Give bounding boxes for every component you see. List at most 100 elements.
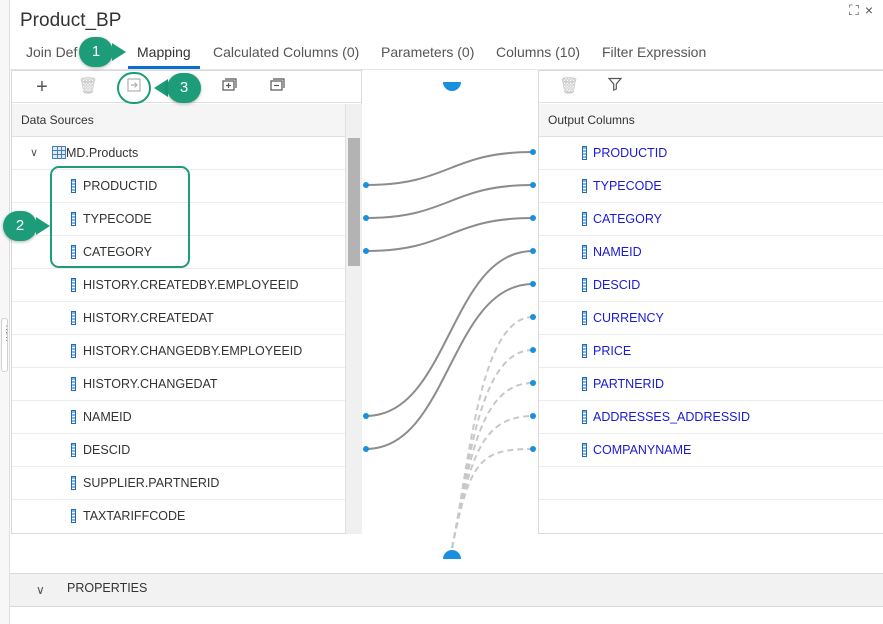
delete-icon[interactable]: 🗑	[77, 77, 99, 97]
output-column-label: DESCID	[593, 278, 641, 292]
output-columns-toolbar: 🗑	[539, 71, 883, 103]
tab-filter-expression[interactable]: Filter Expression	[602, 44, 706, 60]
callout-badge-2: 2	[3, 211, 37, 241]
output-column-row[interactable]: NAMEID	[539, 236, 883, 269]
output-column-row[interactable]: CURRENCY	[539, 302, 883, 335]
table-icon	[52, 146, 66, 159]
output-column-row[interactable]: CATEGORY	[539, 203, 883, 236]
vertical-scrollbar[interactable]	[345, 104, 362, 534]
source-group-label: MD.Products	[66, 146, 139, 160]
expand-icon[interactable]	[218, 77, 240, 97]
mapping-line	[365, 151, 534, 186]
column-icon	[71, 509, 76, 523]
column-icon	[71, 377, 76, 391]
column-icon	[582, 245, 587, 259]
source-column-label: DESCID	[83, 443, 131, 457]
page-title: Product_BP	[20, 10, 122, 31]
mapping-endpoint-output	[530, 215, 536, 221]
callout-arrow-1	[112, 43, 126, 61]
tab-join-definition[interactable]: Join Def	[26, 44, 77, 60]
source-column-row[interactable]: HISTORY.CHANGEDBY.EMPLOYEEID	[12, 335, 345, 368]
unmapped-link-line	[451, 382, 534, 549]
mapping-hub-top	[443, 73, 461, 91]
source-column-row[interactable]: TAXTARIFFCODE	[12, 500, 345, 533]
column-icon	[71, 278, 76, 292]
mapping-endpoint-output	[530, 314, 536, 320]
column-icon	[582, 278, 587, 292]
source-column-row[interactable]: HISTORY.CREATEDAT	[12, 302, 345, 335]
output-column-row[interactable]: COMPANYNAME	[539, 434, 883, 467]
unmapped-link-line	[451, 349, 534, 549]
filter-icon[interactable]	[604, 77, 626, 97]
source-column-row[interactable]: HISTORY.CREATEDBY.EMPLOYEEID	[12, 269, 345, 302]
source-column-row[interactable]: DESCID	[12, 434, 345, 467]
output-column-label: NAMEID	[593, 245, 642, 259]
mapping-hub-bottom	[443, 550, 461, 568]
mapping-line	[365, 283, 534, 450]
mapping-hub-top-mask	[440, 70, 466, 82]
callout-arrow-3	[154, 79, 168, 97]
scrollbar-thumb[interactable]	[348, 138, 360, 266]
unmapped-link-line	[451, 415, 534, 549]
output-column-label: TYPECODE	[593, 179, 662, 193]
mapping-endpoint-source	[363, 182, 369, 188]
column-icon	[71, 476, 76, 490]
tab-mapping[interactable]: Mapping	[137, 44, 191, 60]
mapping-endpoint-source	[363, 215, 369, 221]
mapping-endpoint-output	[530, 380, 536, 386]
source-column-row[interactable]: NAMEID	[12, 401, 345, 434]
callout-highlight-3	[117, 72, 151, 104]
tab-parameters[interactable]: Parameters (0)	[381, 44, 474, 60]
mapping-line	[365, 184, 534, 219]
mapping-endpoint-output	[530, 182, 536, 188]
mapping-endpoint-output	[530, 248, 536, 254]
delete-icon[interactable]: 🗑	[558, 77, 580, 97]
data-sources-panel: + 🗑 Data Sources ∨ MD.Products PRODUCTID…	[11, 70, 362, 534]
output-column-row[interactable]: PARTNERID	[539, 368, 883, 401]
source-column-label: HISTORY.CHANGEDBY.EMPLOYEEID	[83, 344, 303, 358]
properties-section[interactable]: ∨ PROPERTIES	[10, 573, 883, 607]
output-columns-header: Output Columns	[539, 104, 883, 137]
output-column-row[interactable]: PRICE	[539, 335, 883, 368]
output-column-row[interactable]: DESCID	[539, 269, 883, 302]
properties-label: PROPERTIES	[67, 581, 148, 595]
output-empty-row	[539, 467, 883, 500]
add-icon[interactable]: +	[31, 77, 53, 97]
column-icon	[71, 344, 76, 358]
tab-columns[interactable]: Columns (10)	[496, 44, 580, 60]
source-column-label: TAXTARIFFCODE	[83, 509, 186, 523]
output-column-label: CATEGORY	[593, 212, 662, 226]
chevron-down-icon[interactable]: ∨	[30, 137, 38, 169]
column-icon	[582, 146, 587, 160]
close-icon[interactable]: ×	[865, 2, 873, 18]
collapse-icon[interactable]	[266, 77, 288, 97]
callout-badge-1: 1	[79, 37, 113, 67]
output-column-row[interactable]: TYPECODE	[539, 170, 883, 203]
output-column-label: PARTNERID	[593, 377, 665, 391]
window-controls: ⛶ ×	[849, 2, 879, 19]
output-column-label: PRICE	[593, 344, 632, 358]
source-column-row[interactable]: HISTORY.CHANGEDAT	[12, 368, 345, 401]
resize-handle[interactable]: ⋮ ⋮	[1, 318, 11, 372]
source-column-label: NAMEID	[83, 410, 132, 424]
output-column-row[interactable]: PRODUCTID	[539, 137, 883, 170]
source-column-label: HISTORY.CHANGEDAT	[83, 377, 218, 391]
source-column-row[interactable]: SUPPLIER.PARTNERID	[12, 467, 345, 500]
column-icon	[71, 410, 76, 424]
output-column-label: ADDRESSES_ADDRESSID	[593, 410, 750, 424]
tab-calculated-columns[interactable]: Calculated Columns (0)	[213, 44, 359, 60]
mapping-endpoint-output	[530, 413, 536, 419]
column-icon	[582, 311, 587, 325]
source-column-label: SUPPLIER.PARTNERID	[83, 476, 220, 490]
fullscreen-icon[interactable]: ⛶	[849, 2, 859, 19]
column-icon	[71, 311, 76, 325]
callout-highlight-2	[50, 166, 190, 268]
output-column-row[interactable]: ADDRESSES_ADDRESSID	[539, 401, 883, 434]
output-column-label: CURRENCY	[593, 311, 664, 325]
mapping-hub-bottom-mask	[440, 559, 466, 573]
mapping-endpoint-output	[530, 281, 536, 287]
mapping-endpoint-source	[363, 413, 369, 419]
chevron-down-icon[interactable]: ∨	[36, 583, 45, 597]
mapping-line	[365, 250, 534, 417]
unmapped-link-line	[451, 448, 534, 549]
